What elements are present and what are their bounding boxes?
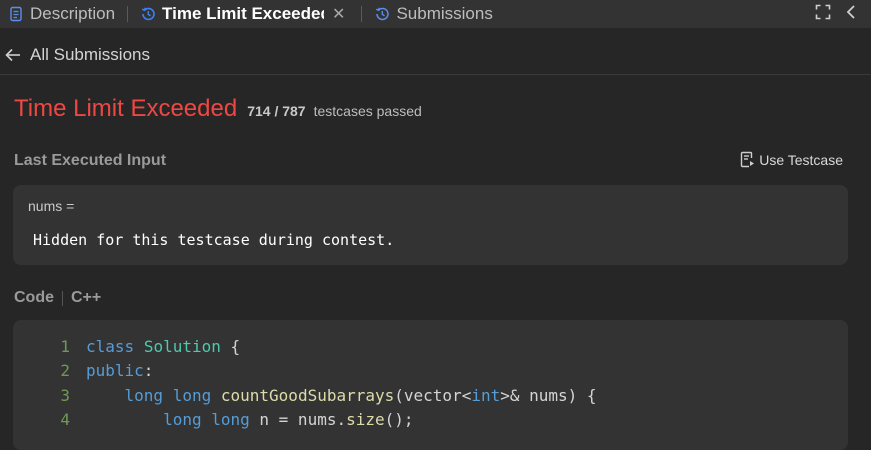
code-header: Code C++: [14, 289, 101, 307]
tab-time-limit-exceeded[interactable]: Time Limit Exceeded ✕: [140, 0, 345, 28]
code-editor[interactable]: 1 class Solution { 2 public: 3 long long…: [13, 320, 848, 450]
passed-text: testcases passed: [313, 103, 422, 119]
tab-submissions-label: Submissions: [396, 4, 493, 23]
tab-divider: [361, 6, 363, 22]
back-to-submissions[interactable]: All Submissions: [0, 36, 871, 75]
status-title: Time Limit Exceeded: [14, 95, 238, 122]
result-summary: Time Limit Exceeded 714 / 787 testcases …: [14, 95, 422, 123]
all-submissions-label: All Submissions: [30, 45, 150, 64]
code-text: public:: [86, 360, 154, 380]
code-header-divider: [62, 290, 63, 306]
expand-icon[interactable]: [815, 4, 831, 25]
history-icon: [140, 6, 156, 22]
chevron-left-icon[interactable]: [845, 4, 857, 25]
input-value: Hidden for this testcase during contest.: [33, 231, 395, 249]
history-icon: [374, 6, 390, 22]
code-line: 1 class Solution {: [13, 334, 240, 358]
tab-actions: [815, 0, 857, 28]
tab-time-limit-exceeded-label: Time Limit Exceeded: [162, 4, 325, 23]
line-number: 4: [60, 409, 70, 429]
line-number: 1: [60, 336, 70, 356]
code-text: class Solution {: [86, 336, 241, 356]
description-icon: [8, 6, 24, 22]
code-line: 2 public:: [13, 358, 153, 382]
code-line: 4 long long n = nums.size();: [13, 407, 414, 431]
last-executed-input-label: Last Executed Input: [14, 152, 167, 169]
code-label: Code: [14, 289, 54, 306]
testcase-icon: [740, 151, 755, 168]
tab-description[interactable]: Description: [0, 0, 115, 28]
close-icon[interactable]: ✕: [332, 4, 345, 24]
code-text: long long n = nums.size();: [163, 409, 414, 429]
use-testcase-button[interactable]: Use Testcase: [740, 151, 843, 168]
last-input-box: nums = Hidden for this testcase during c…: [13, 185, 848, 265]
passed-count: 714 / 787: [247, 103, 306, 119]
code-line: 3 long long countGoodSubarrays(vector<in…: [13, 383, 597, 407]
tab-submissions[interactable]: Submissions: [374, 0, 493, 28]
tab-bar: Description Time Limit Exceeded ✕ Submis…: [0, 0, 871, 28]
use-testcase-label: Use Testcase: [759, 151, 843, 168]
tab-description-label: Description: [30, 4, 116, 23]
line-number: 3: [60, 385, 70, 405]
tab-divider: [127, 6, 129, 22]
language-label: C++: [71, 289, 102, 306]
line-number: 2: [60, 360, 70, 380]
input-variable-label: nums =: [28, 198, 75, 214]
code-text: long long countGoodSubarrays(vector<int>…: [124, 385, 597, 405]
arrow-left-icon: [4, 46, 22, 64]
